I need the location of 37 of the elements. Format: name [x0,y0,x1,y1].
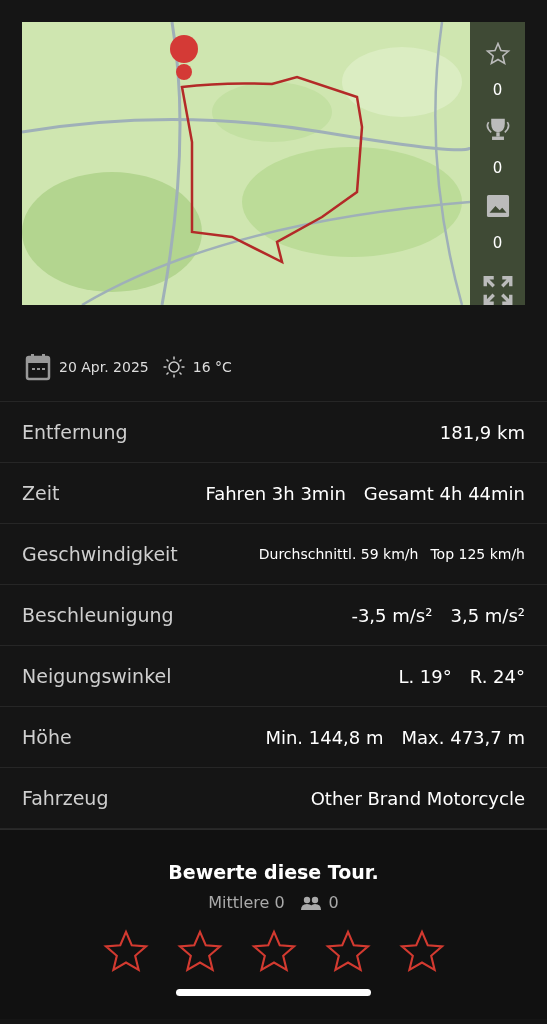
count-label: 0 [492,232,503,254]
stat-value: Max. 473,7 m [401,725,525,750]
stat-value: Top 125 km/h [430,544,525,564]
star-icon[interactable] [250,928,297,973]
stat-value: Fahren 3h 3min [205,481,346,506]
stat-value: 181,9 km [439,420,525,445]
stat-value: L. 19° [398,664,452,689]
stat-value: Min. 144,8 m [265,725,384,750]
count-label: 0 [492,79,503,101]
rating-title: Bewerte diese Tour. [167,860,380,885]
stat-label: Höhe [22,724,72,750]
stat-value: Gesamt 4h 44min [363,481,525,506]
temperature: 16 °C [192,357,232,377]
stat-value: -3,5 m/s² [351,603,433,628]
stat-value: Other Brand Motorcycle [310,786,525,811]
stat-label: Zeit [22,480,60,506]
star-icon[interactable] [102,928,149,973]
sun-icon [162,356,185,378]
star-icon[interactable] [398,928,445,973]
star-icon[interactable] [483,42,512,65]
average-rating: Mittlere 0 [208,891,285,914]
stat-label: Geschwindigkeit [22,541,178,567]
count-label: 0 [492,158,503,179]
stat-value: R. 24° [469,664,525,689]
image-icon[interactable] [484,195,511,218]
star-icon[interactable] [176,928,223,973]
people-icon [300,895,321,910]
stat-label: Beschleunigung [22,602,174,628]
calendar-icon [25,353,51,381]
tour-date: 20 Apr. 2025 [59,357,149,377]
stat-label: Neigungswinkel [22,663,172,689]
stat-value: 3,5 m/s² [450,603,525,628]
stat-label: Fahrzeug [22,785,109,811]
stat-value: Durchschnittl. 59 km/h [258,544,419,564]
star-icon[interactable] [324,928,371,973]
stat-label: Entfernung [22,419,128,445]
voter-count: 0 [328,891,339,914]
